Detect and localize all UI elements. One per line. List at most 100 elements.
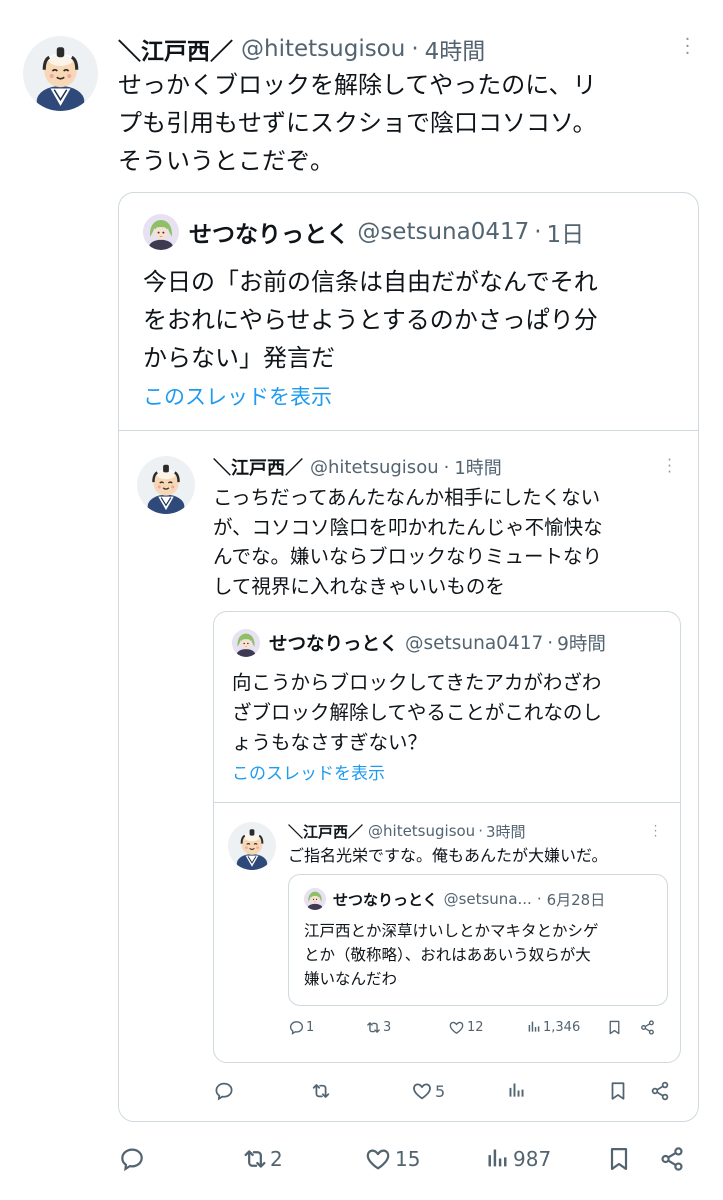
samurai-avatar-icon: [23, 36, 98, 111]
show-thread-link[interactable]: このスレッドを表示: [143, 381, 332, 411]
author-name[interactable]: ＼江戸西／: [288, 821, 363, 842]
separator-dot: ·: [547, 632, 554, 654]
separator-dot: ·: [411, 36, 419, 62]
show-thread-link[interactable]: このスレッドを表示: [232, 759, 385, 784]
timestamp[interactable]: 4時間: [425, 32, 486, 66]
quote-text-line: ょうもなさすぎない？: [232, 731, 428, 754]
like-button[interactable]: 12: [448, 1019, 484, 1036]
retweet-icon: [365, 1019, 382, 1036]
like-button[interactable]: 5: [411, 1080, 445, 1102]
samurai-avatar-icon: [228, 822, 276, 870]
author-name[interactable]: せつなりっとく: [333, 889, 438, 910]
author-name[interactable]: ＼江戸西／: [118, 32, 233, 66]
bookmark-icon: [605, 1145, 633, 1173]
avatar[interactable]: [232, 629, 260, 657]
avatar[interactable]: [23, 36, 98, 111]
more-dots-icon[interactable]: · · ·: [683, 31, 691, 63]
quote-header: せつなりっとく @setsuna0417 · 1日: [189, 213, 584, 251]
separator-dot: ·: [478, 822, 483, 840]
quote-text-line: 江戸西とか深草けいしとかマキタとかシゲ: [304, 922, 599, 940]
views-button[interactable]: 987: [484, 1145, 551, 1172]
author-handle[interactable]: @setsuna0417: [357, 219, 529, 245]
more-dots-icon[interactable]: · · ·: [665, 453, 673, 480]
author-handle[interactable]: @setsuna...: [444, 890, 532, 908]
reply-icon: [118, 1145, 146, 1173]
share-button[interactable]: [658, 1145, 686, 1173]
reply-count: 1: [306, 1020, 315, 1035]
avatar[interactable]: [228, 822, 276, 870]
quote-text: 江戸西とか深草けいしとかマキタとかシゲ とか（敬称略）、おれはああいう奴らが大 …: [304, 919, 599, 991]
quote-text-line: をおれにやらせようとするのかさっぱり分: [143, 306, 598, 334]
bookmark-button[interactable]: [605, 1145, 633, 1173]
like-count: 12: [467, 1020, 484, 1035]
retweet-button[interactable]: [310, 1080, 332, 1102]
quote-card[interactable]: せつなりっとく @setsuna... · 6月28日 江戸西とか深草けいしとか…: [288, 874, 668, 1006]
reply-text-line: こっちだってあんたなんか相手にしたくない: [213, 486, 601, 509]
anime-girl-avatar-icon: [232, 629, 260, 657]
separator-dot: ·: [536, 890, 542, 908]
quote-text-line: 向こうからブロックしてきたアカがわざわ: [232, 671, 602, 694]
tweet-text-line: プも引用もせずにスクショで陰口コソコソ。: [118, 109, 597, 137]
reply-header: ＼江戸西／ @hitetsugisou · 3時間: [288, 819, 526, 843]
divider: [214, 802, 680, 803]
views-button[interactable]: 1,346: [526, 1019, 580, 1035]
views-icon: [484, 1145, 511, 1172]
author-handle[interactable]: @hitetsugisou: [368, 822, 475, 840]
reply-text: ご指名光栄ですな。俺もあんたが大嫌いだ。: [288, 846, 608, 865]
like-count: 15: [395, 1147, 421, 1171]
timestamp[interactable]: 1時間: [454, 454, 501, 480]
timestamp[interactable]: 9時間: [557, 630, 606, 656]
anime-girl-avatar-icon: [143, 214, 179, 250]
divider: [119, 430, 698, 431]
like-icon: [364, 1145, 392, 1173]
reply-button[interactable]: [213, 1080, 235, 1102]
retweet-icon: [241, 1145, 269, 1173]
views-button[interactable]: [506, 1080, 527, 1101]
bookmark-button[interactable]: [607, 1080, 629, 1102]
avatar[interactable]: [137, 456, 195, 514]
timestamp[interactable]: 3時間: [486, 821, 526, 842]
retweet-button[interactable]: 2: [241, 1145, 283, 1173]
samurai-avatar-icon: [137, 456, 195, 514]
quote-text-line: 嫌いなんだわ: [304, 970, 398, 988]
retweet-count: 2: [270, 1147, 283, 1171]
quote-header: せつなりっとく @setsuna0417 · 9時間: [269, 628, 606, 658]
reply-text-line: が、コソコソ陰口を叩かれたんじゃ不愉快な: [213, 515, 603, 539]
quote-text-line: からない」発言だ: [143, 344, 335, 372]
reply-button[interactable]: [118, 1145, 146, 1173]
separator-dot: ·: [534, 219, 542, 245]
reply-button[interactable]: 1: [288, 1019, 314, 1036]
avatar[interactable]: [143, 214, 179, 250]
author-handle[interactable]: @hitetsugisou: [310, 457, 439, 478]
avatar[interactable]: [304, 888, 326, 910]
tweet-text-line: せっかくブロックを解除してやったのに、リ: [118, 71, 597, 99]
bookmark-icon: [607, 1080, 629, 1102]
author-name[interactable]: せつなりっとく: [269, 630, 398, 656]
timestamp[interactable]: 6月28日: [547, 889, 606, 910]
like-icon: [411, 1080, 433, 1102]
share-button[interactable]: [639, 1019, 656, 1036]
timestamp[interactable]: 1日: [547, 215, 585, 249]
retweet-count: 3: [383, 1020, 392, 1035]
share-button[interactable]: [649, 1080, 671, 1102]
reply-text: こっちだってあんたなんか相手にしたくない が、コソコソ陰口を叩かれたんじゃ不愉快…: [213, 483, 603, 601]
reply-header: ＼江戸西／ @hitetsugisou · 1時間: [213, 453, 502, 481]
bookmark-button[interactable]: [606, 1019, 623, 1036]
retweet-icon: [310, 1080, 332, 1102]
author-handle[interactable]: @setsuna0417: [405, 633, 543, 654]
author-handle[interactable]: @hitetsugisou: [241, 36, 405, 62]
reply-text-line: んでな。嫌いならブロックなりミュートなり: [213, 545, 603, 568]
retweet-button[interactable]: 3: [365, 1019, 391, 1036]
like-button[interactable]: 15: [364, 1145, 420, 1173]
tweet-text-line: そういうとこだぞ。: [118, 147, 334, 175]
anime-girl-avatar-icon: [304, 888, 326, 910]
reply-icon: [213, 1080, 235, 1102]
author-name[interactable]: ＼江戸西／: [213, 454, 303, 480]
quote-card[interactable]: せつなりっとく @setsuna0417 · 9時間 向こうからブロックしてきた…: [213, 611, 681, 1063]
more-dots-icon[interactable]: · · ·: [652, 820, 658, 842]
quote-card[interactable]: せつなりっとく @setsuna0417 · 1日 今日の「お前の信条は自由だが…: [118, 192, 699, 1122]
like-count: 5: [435, 1081, 446, 1101]
bookmark-icon: [606, 1019, 623, 1036]
author-name[interactable]: せつなりっとく: [189, 215, 349, 249]
like-icon: [448, 1019, 465, 1036]
